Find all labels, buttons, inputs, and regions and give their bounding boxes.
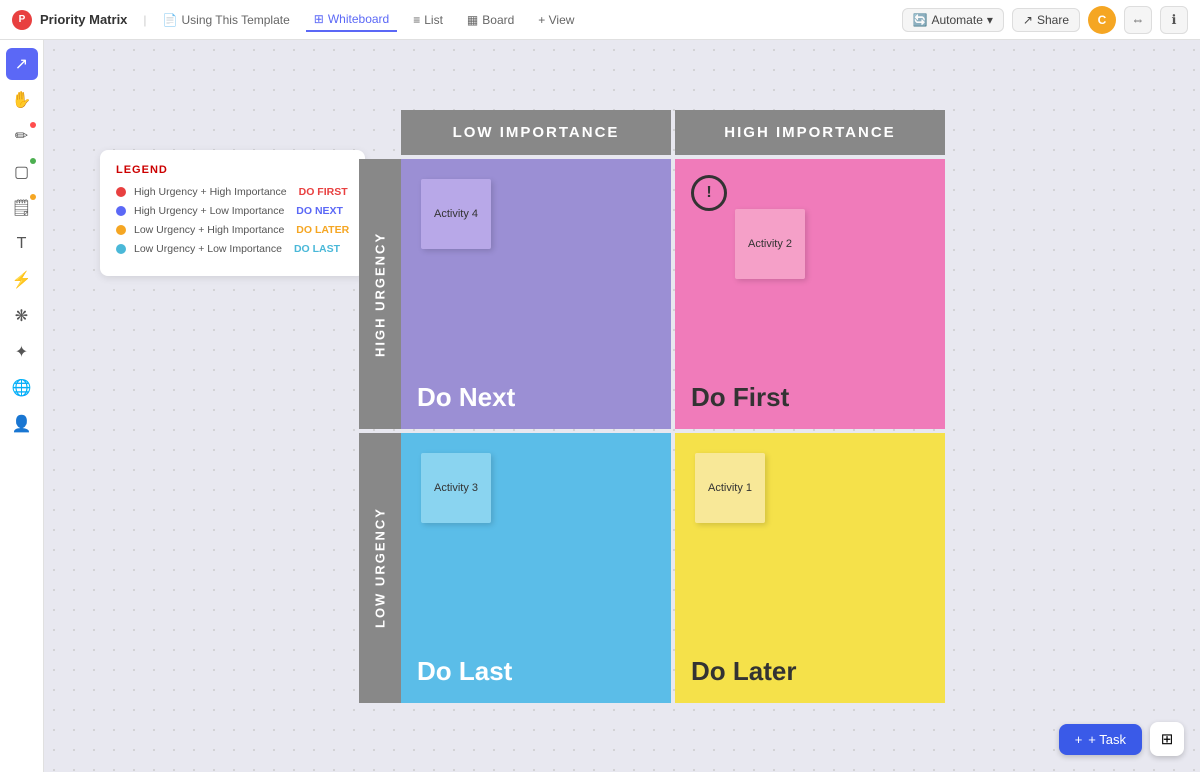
view-nav-item[interactable]: + View: [530, 9, 582, 31]
matrix-col-headers: LOW IMPORTANCE HIGH IMPORTANCE: [401, 110, 945, 155]
sticky-activity4[interactable]: Activity 4: [421, 179, 491, 249]
whiteboard-nav-item[interactable]: ⊞ Whiteboard: [306, 8, 397, 32]
hand-tool[interactable]: ✋: [6, 84, 38, 116]
legend-item-later: Low Urgency + High Importance DO LATER: [116, 224, 349, 236]
automate-button[interactable]: 🔄 Automate ▾: [902, 8, 1004, 32]
grid-view-button[interactable]: ⊞: [1150, 722, 1184, 756]
legend-dot-first: [116, 187, 126, 197]
task-button[interactable]: + + Task: [1059, 724, 1142, 755]
urgency-low-label: LOW URGENCY: [359, 433, 401, 703]
fit-view-button[interactable]: ⇔: [1124, 6, 1152, 34]
ai-tool[interactable]: ✦: [6, 336, 38, 368]
chevron-down-icon: ▾: [987, 13, 993, 27]
alert-icon: !: [691, 175, 727, 211]
legend-box: LEGEND High Urgency + High Importance DO…: [100, 150, 365, 276]
list-icon: ≡: [413, 13, 420, 27]
priority-matrix: LOW IMPORTANCE HIGH IMPORTANCE HIGH URGE…: [359, 110, 945, 703]
cursor-tool[interactable]: ↗: [6, 48, 38, 80]
cell-do-later[interactable]: Activity 1 Do Later: [675, 433, 945, 703]
template-nav-item[interactable]: 📄 Using This Template: [155, 9, 298, 31]
main-area: ↗ ✋ ✏ ▢ 🗒 T ⚡ ❋ ✦ 🌐 👤 LEGEND High Urgenc…: [0, 40, 1200, 772]
cell-label-do-next: Do Next: [417, 382, 655, 413]
left-toolbar: ↗ ✋ ✏ ▢ 🗒 T ⚡ ❋ ✦ 🌐 👤: [0, 40, 44, 772]
highlight-tool[interactable]: ⚡: [6, 264, 38, 296]
urgency-high-label: HIGH URGENCY: [359, 159, 401, 429]
bottom-right-controls: + + Task ⊞: [1059, 722, 1184, 756]
sticky-activity2[interactable]: Activity 2: [735, 209, 805, 279]
list-nav-item[interactable]: ≡ List: [405, 9, 451, 31]
col-header-high: HIGH IMPORTANCE: [675, 110, 945, 155]
matrix-row-top: Activity 4 Do Next ! Activity 2 Do First: [401, 159, 945, 429]
cell-do-first[interactable]: ! Activity 2 Do First: [675, 159, 945, 429]
shape-tool[interactable]: ▢: [6, 156, 38, 188]
col-header-low: LOW IMPORTANCE: [401, 110, 671, 155]
legend-item-next: High Urgency + Low Importance DO NEXT: [116, 205, 349, 217]
sticky-activity1[interactable]: Activity 1: [695, 453, 765, 523]
whiteboard-icon: ⊞: [314, 12, 324, 26]
legend-label-last: Low Urgency + Low Importance: [134, 243, 282, 255]
legend-action-later: DO LATER: [296, 224, 349, 236]
separator: |: [143, 13, 146, 27]
task-label: + Task: [1088, 732, 1126, 747]
legend-action-next: DO NEXT: [296, 205, 343, 217]
legend-item-first: High Urgency + High Importance DO FIRST: [116, 186, 349, 198]
text-tool[interactable]: T: [6, 228, 38, 260]
pen-tool[interactable]: ✏: [6, 120, 38, 152]
legend-dot-next: [116, 206, 126, 216]
cell-do-next[interactable]: Activity 4 Do Next: [401, 159, 671, 429]
legend-action-first: DO FIRST: [299, 186, 348, 198]
sticky-activity3[interactable]: Activity 3: [421, 453, 491, 523]
template-tool[interactable]: ❋: [6, 300, 38, 332]
pen-dot: [30, 122, 36, 128]
legend-dot-later: [116, 225, 126, 235]
topbar-right: 🔄 Automate ▾ ↗ Share C ⇔ ℹ: [902, 6, 1188, 34]
plus-icon: +: [1075, 732, 1083, 747]
cell-label-do-later: Do Later: [691, 656, 929, 687]
legend-dot-last: [116, 244, 126, 254]
cell-do-last[interactable]: Activity 3 Do Last: [401, 433, 671, 703]
people-tool[interactable]: 👤: [6, 408, 38, 440]
info-button[interactable]: ℹ: [1160, 6, 1188, 34]
share-icon: ↗: [1023, 13, 1033, 27]
legend-label-later: Low Urgency + High Importance: [134, 224, 284, 236]
automate-icon: 🔄: [913, 13, 928, 27]
cell-label-do-first: Do First: [691, 382, 929, 413]
urgency-labels: HIGH URGENCY LOW URGENCY: [359, 159, 401, 703]
grid-icon: ⊞: [1161, 730, 1174, 748]
legend-label-next: High Urgency + Low Importance: [134, 205, 284, 217]
topbar: P Priority Matrix | 📄 Using This Templat…: [0, 0, 1200, 40]
sticky-tool[interactable]: 🗒: [6, 192, 38, 224]
matrix-row-bottom: Activity 3 Do Last Activity 1 Do Later: [401, 433, 945, 703]
shape-dot: [30, 158, 36, 164]
matrix-grid: Activity 4 Do Next ! Activity 2 Do First: [401, 159, 945, 703]
board-nav-item[interactable]: ▦ Board: [459, 9, 522, 31]
doc-icon: 📄: [163, 13, 178, 27]
legend-title: LEGEND: [116, 164, 349, 176]
globe-tool[interactable]: 🌐: [6, 372, 38, 404]
app-logo: P: [12, 10, 32, 30]
page-title: Priority Matrix: [40, 12, 127, 27]
avatar: C: [1088, 6, 1116, 34]
sticky-dot: [30, 194, 36, 200]
cell-label-do-last: Do Last: [417, 656, 655, 687]
share-button[interactable]: ↗ Share: [1012, 8, 1080, 32]
board-icon: ▦: [467, 13, 478, 27]
legend-item-last: Low Urgency + Low Importance DO LAST: [116, 243, 349, 255]
matrix-body: HIGH URGENCY LOW URGENCY Activity 4: [359, 159, 945, 703]
legend-action-last: DO LAST: [294, 243, 340, 255]
canvas[interactable]: LEGEND High Urgency + High Importance DO…: [44, 40, 1200, 772]
legend-label-first: High Urgency + High Importance: [134, 186, 287, 198]
